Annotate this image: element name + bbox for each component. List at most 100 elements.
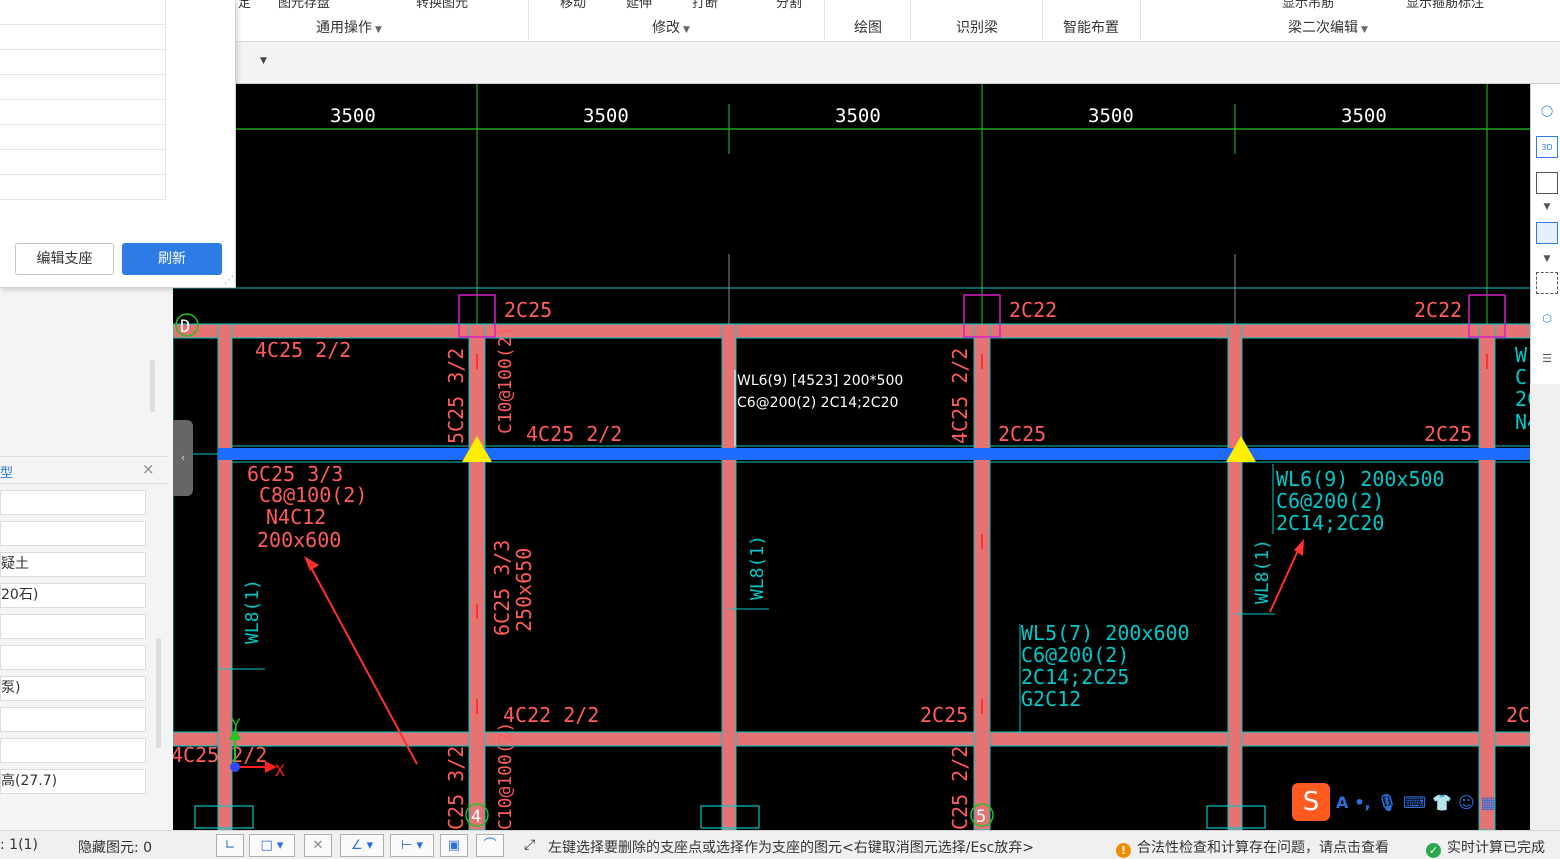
property-row[interactable]: [0, 738, 146, 763]
ribbon-truncated-label[interactable]: 显示吊筋: [1282, 0, 1334, 11]
cad-annotation-text: 6C25 3/3: [490, 540, 514, 636]
microphone-icon[interactable]: 🎙: [1377, 793, 1397, 812]
ribbon-truncated-label[interactable]: 图元存盘: [278, 0, 330, 11]
support-table: [0, 0, 235, 200]
ime-punct-icon[interactable]: •,: [1354, 793, 1370, 812]
cad-annotation-text: WL6(9) 200x500: [1276, 467, 1445, 491]
ribbon-truncated-label[interactable]: 移动: [560, 0, 586, 11]
ribbon-group-draw[interactable]: 绘图: [854, 17, 882, 37]
screen-icon[interactable]: ▣: [440, 834, 468, 857]
cad-annotation-text: 2C14: [1515, 387, 1530, 411]
cad-annotation-text: 2C25: [1424, 422, 1472, 446]
properties-title: 型: [0, 466, 14, 481]
cad-annotation-text: C8@100(2): [259, 483, 367, 507]
arc-icon[interactable]: ⌒: [476, 834, 504, 857]
apps-icon[interactable]: ▦: [1481, 793, 1496, 812]
cad-annotation-text: 4C25 2/2: [255, 338, 351, 362]
ribbon-truncated-label[interactable]: 定: [238, 0, 251, 11]
close-icon[interactable]: ×: [142, 460, 155, 478]
axis-label-col: 5: [976, 807, 986, 827]
cad-annotation-text: C25 3/2: [444, 746, 468, 830]
property-row[interactable]: [0, 521, 146, 546]
property-row[interactable]: 20石): [0, 583, 146, 608]
ribbon-truncated-label[interactable]: 转换图元: [416, 0, 468, 11]
refresh-button[interactable]: 刷新: [122, 243, 222, 275]
selected-beam[interactable]: [218, 448, 1530, 460]
ribbon-group-modify[interactable]: 修改 ▼: [652, 17, 690, 37]
property-row[interactable]: [0, 614, 146, 639]
edit-support-button[interactable]: 编辑支座: [15, 243, 114, 275]
cad-annotation-text: WL8(1): [242, 579, 263, 644]
cad-drawing[interactable]: 3500 3500 3500 3500 3500 D 4 5 WL6(9) [4…: [173, 84, 1530, 830]
check-icon: ✓: [1426, 843, 1441, 858]
scrollbar[interactable]: [150, 360, 155, 412]
cad-annotation-text: C: [1515, 365, 1527, 389]
table-row[interactable]: [0, 50, 166, 75]
3d-view-icon[interactable]: 3D: [1536, 136, 1558, 158]
table-row[interactable]: [0, 125, 166, 150]
scrollbar[interactable]: [156, 638, 161, 748]
resize-grip-icon[interactable]: ⋰: [224, 275, 234, 286]
sogou-logo-icon[interactable]: S: [1292, 783, 1330, 821]
list-icon[interactable]: ☰: [1536, 348, 1558, 370]
ribbon-truncated-label[interactable]: 分割: [776, 0, 802, 11]
ribbon-truncated-label[interactable]: 延伸: [626, 0, 652, 11]
cross-icon[interactable]: ✕: [304, 834, 332, 857]
calc-status: ✓ 实时计算已完成: [1426, 837, 1545, 858]
property-row[interactable]: [0, 490, 146, 515]
orbit-icon[interactable]: ◯: [1536, 100, 1558, 122]
cad-annotation-text: 2C25: [920, 703, 968, 727]
table-row[interactable]: [0, 175, 166, 200]
cad-annotation-text: 200x600: [257, 528, 341, 552]
drawing-canvas[interactable]: 3500 3500 3500 3500 3500 D 4 5 WL6(9) [4…: [173, 84, 1530, 830]
ribbon-right-edge: [1530, 0, 1560, 42]
property-row[interactable]: 疑土: [0, 552, 146, 577]
angle-icon[interactable]: ∠ ▾: [340, 834, 384, 857]
cad-annotation-text: G2C12: [1021, 687, 1081, 711]
chevron-down-icon[interactable]: ▼: [1536, 248, 1558, 270]
ribbon-separator: [910, 0, 911, 40]
table-row[interactable]: [0, 100, 166, 125]
emoji-icon[interactable]: ☺: [1458, 793, 1475, 812]
ribbon-group-beam-secondary-edit[interactable]: 梁二次编辑 ▼: [1288, 17, 1368, 37]
ribbon-truncated-label[interactable]: 打断: [692, 0, 718, 11]
ribbon-truncated-label[interactable]: 显示箍筋标注: [1406, 0, 1484, 11]
property-row[interactable]: 高(27.7): [0, 769, 146, 794]
property-row[interactable]: 泵): [0, 676, 146, 701]
cad-annotation-text: C10@100(2): [495, 722, 516, 830]
table-row[interactable]: [0, 0, 166, 25]
ribbon-group-recognize-beam[interactable]: 识别梁: [956, 17, 998, 37]
ortho-icon[interactable]: ∟: [216, 834, 244, 857]
axis-label-row: D: [180, 317, 190, 337]
box-solid-icon[interactable]: [1536, 222, 1558, 244]
select-region-icon[interactable]: [1536, 272, 1558, 294]
status-bar: : 1(1) 隐藏图元: 0 ∟ □ ▾ ✕ ∠ ▾ ⊢ ▾ ▣ ⌒ ⤢ 左键选…: [0, 830, 1560, 859]
skin-icon[interactable]: 👕: [1432, 793, 1452, 812]
table-row[interactable]: [0, 75, 166, 100]
ribbon-group-general-ops[interactable]: 通用操作 ▼: [316, 17, 382, 37]
keyboard-icon[interactable]: ⌨: [1403, 793, 1426, 812]
chevron-down-icon[interactable]: ▼: [1536, 196, 1558, 218]
support-edit-panel: 编辑支座 刷新 ⋰: [0, 0, 236, 288]
table-row[interactable]: [0, 25, 166, 50]
cad-annotation-text: N4C1: [1515, 410, 1530, 434]
table-row[interactable]: [0, 150, 166, 175]
ribbon-separator: [1140, 0, 1141, 40]
snap-mode-icon[interactable]: □ ▾: [249, 834, 295, 857]
dimension-icon[interactable]: ⊢ ▾: [390, 834, 434, 857]
validation-warning[interactable]: ! 合法性检查和计算存在问题，请点击查看: [1116, 837, 1389, 858]
dimension-text: 3500: [835, 105, 881, 127]
ime-lang-icon[interactable]: A: [1336, 793, 1348, 812]
chevron-down-icon: ▼: [1361, 25, 1368, 35]
box-view-icon[interactable]: [1536, 172, 1558, 194]
ime-toolbar: S A •, 🎙 ⌨ 👕 ☺ ▦: [1290, 778, 1560, 826]
annotation-arrow: [304, 539, 1304, 765]
cad-annotation-text: 2C22: [1009, 298, 1057, 322]
cube-icon[interactable]: ⬡: [1536, 308, 1558, 330]
property-row[interactable]: [0, 707, 146, 732]
property-row[interactable]: [0, 645, 146, 670]
collapse-panel-tab[interactable]: ‹: [173, 420, 193, 496]
status-instruction: 左键选择要删除的支座点或选择作为支座的图元<右键取消图元选择/Esc放弃>: [548, 840, 1035, 856]
chevron-down-icon[interactable]: ▼: [260, 56, 267, 66]
ribbon-group-smart-layout[interactable]: 智能布置: [1063, 17, 1119, 37]
